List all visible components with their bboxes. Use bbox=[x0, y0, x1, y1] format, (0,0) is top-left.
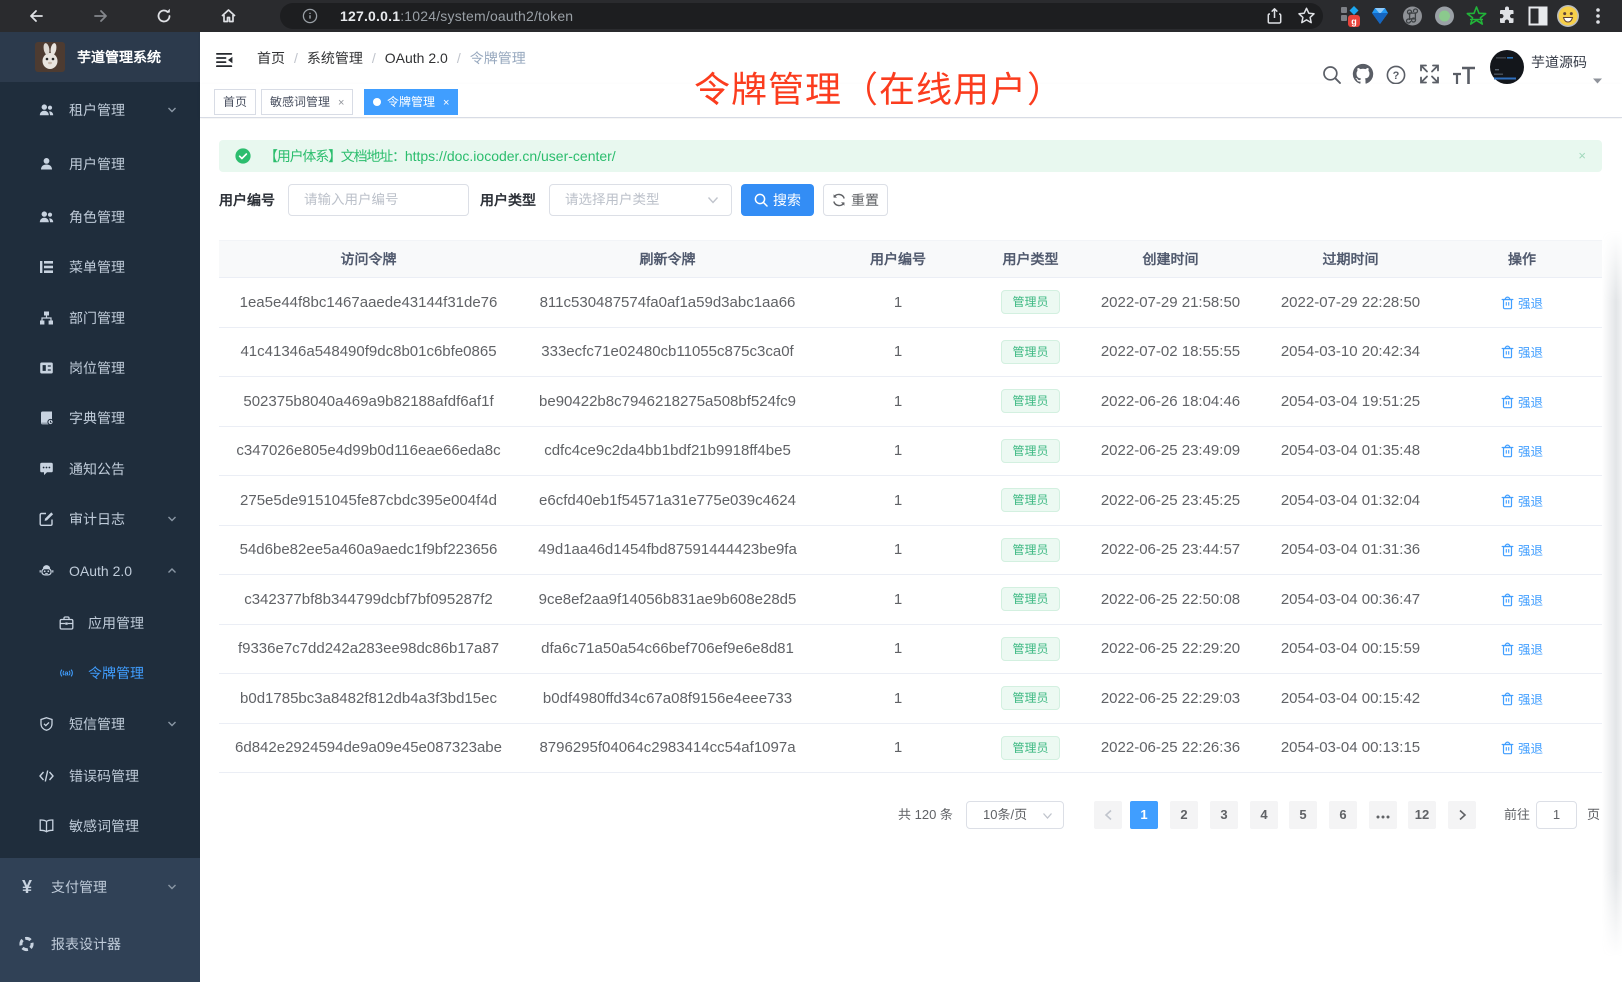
svg-text:g: g bbox=[1351, 17, 1357, 27]
svg-text:?: ? bbox=[1393, 70, 1400, 82]
svg-text:a: a bbox=[64, 669, 69, 678]
